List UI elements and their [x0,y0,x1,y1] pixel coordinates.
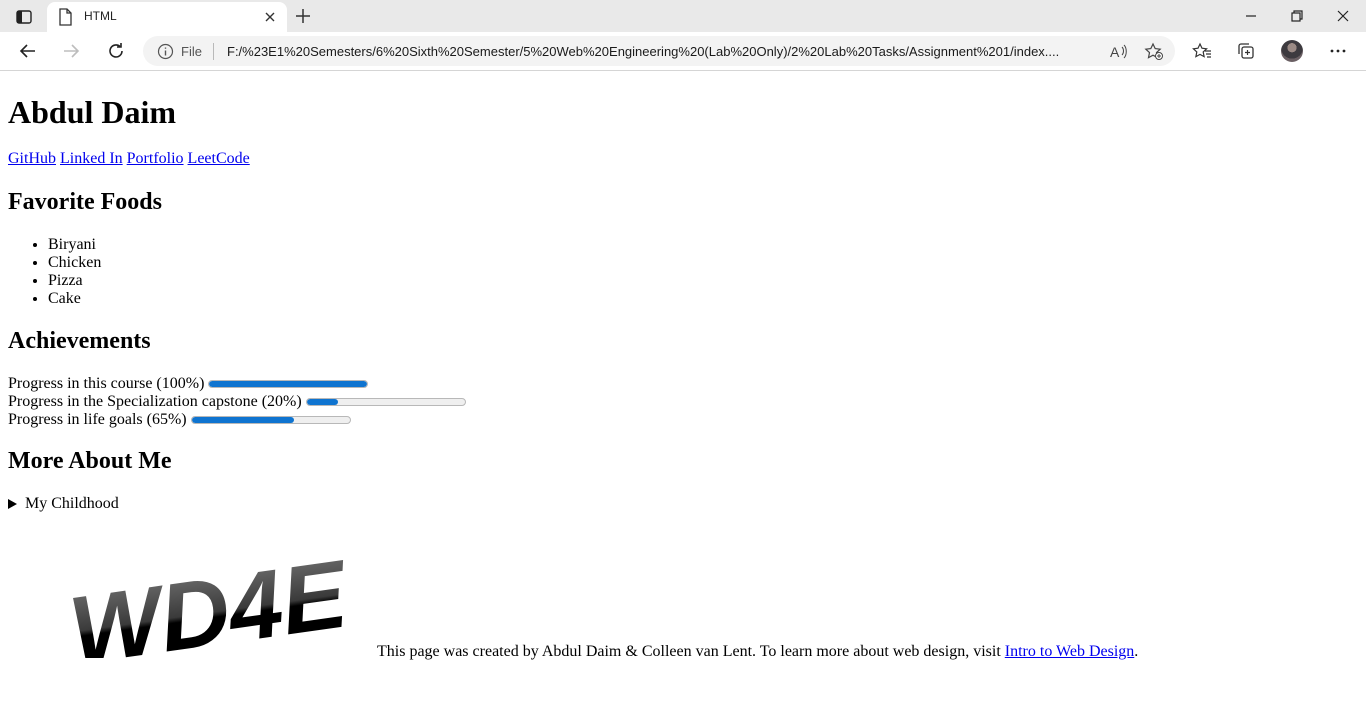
restore-icon[interactable] [1289,8,1305,24]
close-tab-icon[interactable] [263,10,277,24]
progress-row: Progress in life goals (65%) [8,411,351,429]
progress-bar [305,398,466,406]
browser-tab-strip: HTML [0,0,1366,32]
portfolio-link[interactable]: Portfolio [127,150,184,167]
minimize-icon[interactable] [1243,8,1259,24]
progress-bar [208,380,369,388]
add-favorite-icon[interactable] [1144,42,1164,66]
browser-toolbar: File F:/%23E1%20Semesters/6%20Sixth%20Se… [0,32,1366,71]
collections-icon[interactable] [1236,41,1256,61]
favorites-icon[interactable] [1192,41,1212,61]
progress-label: Progress in life goals (65%) [8,411,187,428]
url-text[interactable]: F:/%23E1%20Semesters/6%20Sixth%20Semeste… [227,44,1095,59]
info-icon[interactable] [157,43,174,65]
more-heading: More About Me [8,448,172,474]
page-icon [57,8,73,31]
new-tab-icon[interactable] [293,6,315,26]
page-title: Abdul Daim [8,94,177,130]
github-link[interactable]: GitHub [8,150,56,167]
achievements-heading: Achievements [8,328,151,354]
intro-web-design-link[interactable]: Intro to Web Design [1005,643,1135,660]
more-menu-icon[interactable] [1328,41,1348,61]
progress-row: Progress in the Specialization capstone … [8,393,466,411]
browser-tab[interactable]: HTML [47,2,287,32]
progress-bar [190,416,351,424]
progress-fill [191,417,295,423]
childhood-details[interactable]: My Childhood [8,495,119,513]
progress-row: Progress in this course (100%) [8,375,369,393]
back-icon[interactable] [18,41,38,61]
footer: This page was created by Abdul Daim & Co… [377,643,1138,661]
progress-label: Progress in this course (100%) [8,375,205,392]
profile-links: GitHub Linked In Portfolio LeetCode [8,150,250,168]
disclosure-triangle-icon[interactable] [8,499,17,509]
close-window-icon[interactable] [1335,8,1351,24]
file-label: File [181,44,202,59]
logo-text: WD4E [63,540,355,658]
wd4e-logo: WD4E [63,540,355,658]
list-item: Cake [48,290,101,308]
progress-fill [306,399,339,405]
address-separator [213,43,214,60]
linkedin-link[interactable]: Linked In [60,150,123,167]
list-item: Biryani [48,236,101,254]
foods-list: Biryani Chicken Pizza Cake [8,236,101,308]
profile-avatar[interactable] [1281,40,1303,62]
forward-icon[interactable] [61,41,81,61]
svg-text:A: A [1110,44,1120,60]
foods-heading: Favorite Foods [8,189,162,215]
progress-label: Progress in the Specialization capstone … [8,393,302,410]
read-aloud-icon[interactable]: A [1110,43,1128,65]
list-item: Pizza [48,272,101,290]
refresh-icon[interactable] [106,41,126,61]
footer-text: This page was created by Abdul Daim & Co… [377,643,1005,660]
tab-actions-icon[interactable] [10,6,38,28]
details-summary[interactable]: My Childhood [25,495,119,513]
list-item: Chicken [48,254,101,272]
progress-fill [209,381,368,387]
leetcode-link[interactable]: LeetCode [188,150,250,167]
footer-period: . [1134,643,1139,660]
address-bar[interactable]: File F:/%23E1%20Semesters/6%20Sixth%20Se… [143,36,1175,66]
tab-title: HTML [84,9,117,23]
